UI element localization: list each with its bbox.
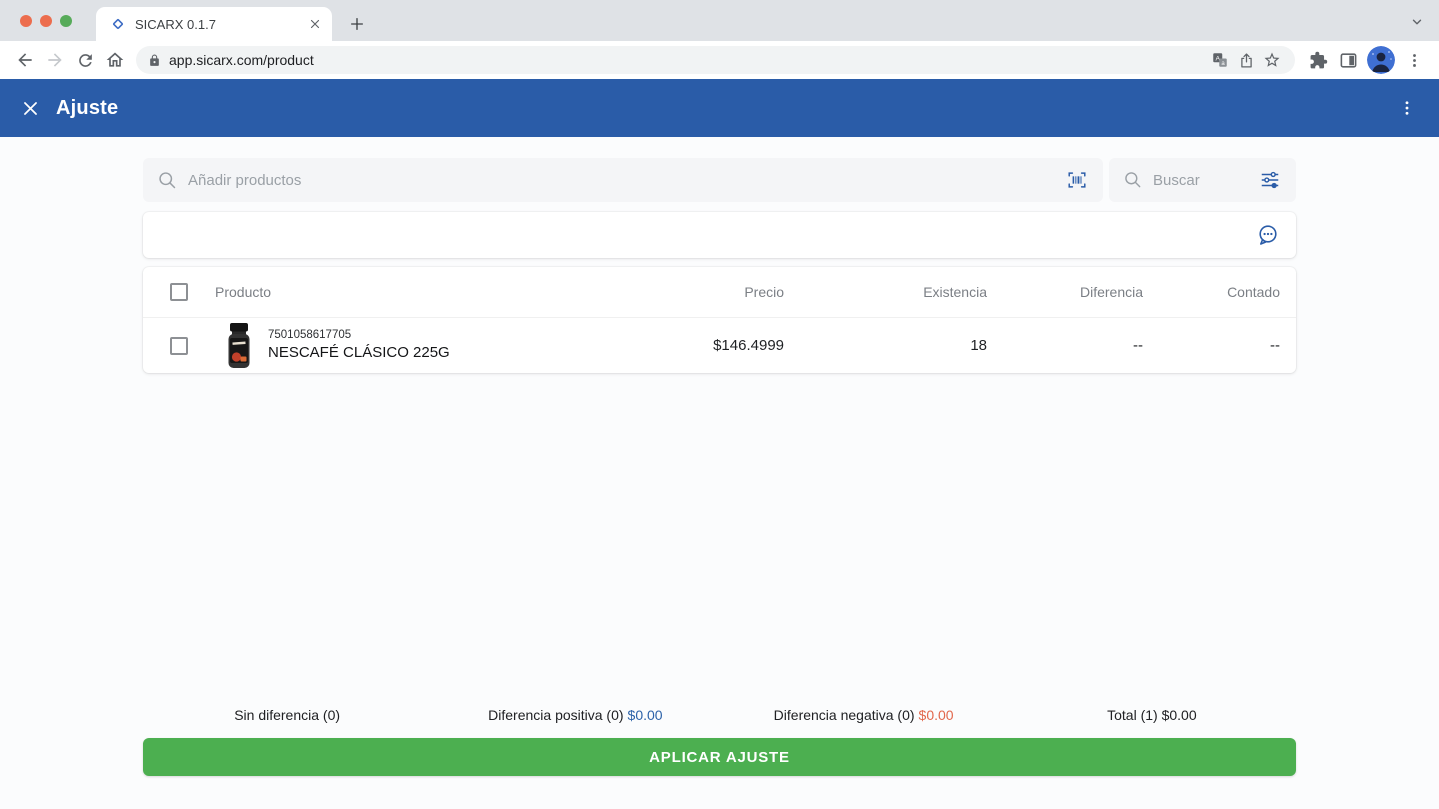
negative-amount: $0.00 <box>918 707 954 723</box>
close-icon[interactable] <box>16 94 44 122</box>
buscar-input[interactable] <box>1153 171 1256 189</box>
filter-tune-icon[interactable] <box>1256 166 1284 194</box>
browser-menu-kebab-icon[interactable] <box>1399 45 1429 75</box>
search-icon <box>1123 170 1143 190</box>
barcode-scan-icon[interactable] <box>1063 166 1091 194</box>
browser-tab[interactable]: SICARX 0.1.7 <box>96 7 332 41</box>
product-price: $146.4999 <box>713 337 784 354</box>
message-bar <box>143 212 1296 258</box>
buscar-field[interactable] <box>1109 158 1296 202</box>
search-row <box>143 158 1296 202</box>
search-icon <box>157 170 178 191</box>
table-row[interactable]: 7501058617705 NESCAFÉ CLÁSICO 225G $146.… <box>143 318 1296 373</box>
column-header-precio: Precio <box>744 284 784 300</box>
product-difference: -- <box>1133 337 1143 354</box>
favicon-diamond-icon <box>110 16 126 32</box>
share-icon[interactable] <box>1233 47 1259 73</box>
summary-row: Sin diferencia (0) Diferencia positiva (… <box>143 707 1296 723</box>
tab-strip: SICARX 0.1.7 <box>0 0 1439 41</box>
window-controls <box>20 15 72 27</box>
tab-search-chevron-icon[interactable] <box>1407 12 1427 32</box>
lock-icon[interactable] <box>148 54 161 67</box>
column-header-producto: Producto <box>215 284 272 300</box>
select-all-checkbox[interactable] <box>170 283 188 301</box>
summary-negative-difference: Diferencia negativa (0) $0.00 <box>773 707 954 723</box>
products-table: Producto Precio Existencia Diferencia Co… <box>143 267 1296 373</box>
page-title: Ajuste <box>56 96 119 119</box>
forward-icon[interactable] <box>40 45 70 75</box>
row-checkbox[interactable] <box>170 336 188 355</box>
comment-bubble-icon[interactable] <box>1254 221 1282 249</box>
window-zoom-button[interactable] <box>60 15 72 27</box>
home-icon[interactable] <box>100 45 130 75</box>
summary-no-difference: Sin diferencia (0) <box>234 707 341 723</box>
positive-amount: $0.00 <box>627 707 663 723</box>
table-header-row: Producto Precio Existencia Diferencia Co… <box>143 267 1296 318</box>
reload-icon[interactable] <box>70 45 100 75</box>
tab-title: SICARX 0.1.7 <box>135 16 216 32</box>
product-barcode: 7501058617705 <box>268 329 352 341</box>
browser-toolbar: app.sicarx.com/product A a <box>0 41 1439 79</box>
product-counted: -- <box>1270 337 1280 354</box>
column-header-existencia: Existencia <box>923 284 987 300</box>
product-thumbnail <box>227 322 251 369</box>
summary-total: Total (1) $0.00 <box>1107 707 1197 723</box>
translate-icon[interactable]: A a <box>1207 47 1233 73</box>
column-header-contado: Contado <box>1227 284 1280 300</box>
apply-adjustment-button[interactable]: APLICAR AJUSTE <box>143 738 1296 776</box>
bookmark-star-icon[interactable] <box>1259 47 1285 73</box>
url-bar[interactable]: app.sicarx.com/product A a <box>136 46 1295 74</box>
profile-avatar[interactable] <box>1367 46 1395 74</box>
back-icon[interactable] <box>10 45 40 75</box>
app-menu-kebab-icon[interactable] <box>1393 94 1421 122</box>
column-header-diferencia: Diferencia <box>1079 284 1143 300</box>
window-close-button[interactable] <box>20 15 32 27</box>
app-header: Ajuste <box>0 79 1439 137</box>
add-products-field[interactable] <box>143 158 1103 202</box>
tab-close-icon[interactable] <box>308 17 322 31</box>
product-stock: 18 <box>970 337 987 354</box>
add-products-input[interactable] <box>188 171 1063 189</box>
new-tab-button[interactable] <box>344 11 370 37</box>
side-panel-icon[interactable] <box>1333 45 1363 75</box>
product-name: NESCAFÉ CLÁSICO 225G <box>268 344 450 361</box>
extensions-puzzle-icon[interactable] <box>1303 45 1333 75</box>
url-text: app.sicarx.com/product <box>169 52 314 68</box>
window-minimize-button[interactable] <box>40 15 52 27</box>
content-area: Producto Precio Existencia Diferencia Co… <box>143 158 1296 776</box>
summary-positive-difference: Diferencia positiva (0) $0.00 <box>488 707 663 723</box>
